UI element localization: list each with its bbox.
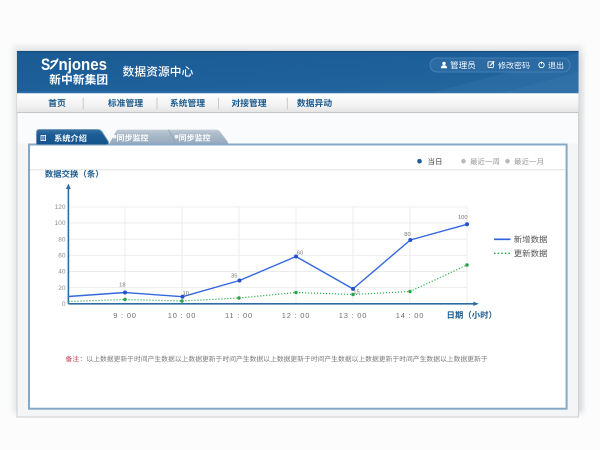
svg-text:13 : 00: 13 : 00 <box>339 311 368 320</box>
svg-text:0: 0 <box>62 301 66 308</box>
svg-text:80: 80 <box>58 236 66 243</box>
svg-text:9 : 00: 9 : 00 <box>113 311 137 320</box>
svg-text:10: 10 <box>182 291 188 297</box>
svg-text:S: S <box>41 56 50 74</box>
svg-text:100: 100 <box>55 220 66 227</box>
svg-text:18: 18 <box>119 283 125 289</box>
svg-text:njones: njones <box>59 56 108 74</box>
svg-text:12 : 00: 12 : 00 <box>282 311 311 320</box>
svg-text:10 : 00: 10 : 00 <box>168 311 197 320</box>
svg-text:15: 15 <box>353 290 359 296</box>
svg-text:80: 80 <box>404 232 410 238</box>
svg-text:120: 120 <box>55 204 66 211</box>
svg-text:60: 60 <box>58 253 66 260</box>
svg-text:14 : 00: 14 : 00 <box>396 311 425 320</box>
svg-text:20: 20 <box>58 285 66 292</box>
svg-text:40: 40 <box>58 269 66 276</box>
svg-text:100: 100 <box>458 215 468 221</box>
svg-text:35: 35 <box>231 273 237 279</box>
svg-text:60: 60 <box>297 251 303 257</box>
svg-text:11 : 00: 11 : 00 <box>225 311 253 320</box>
